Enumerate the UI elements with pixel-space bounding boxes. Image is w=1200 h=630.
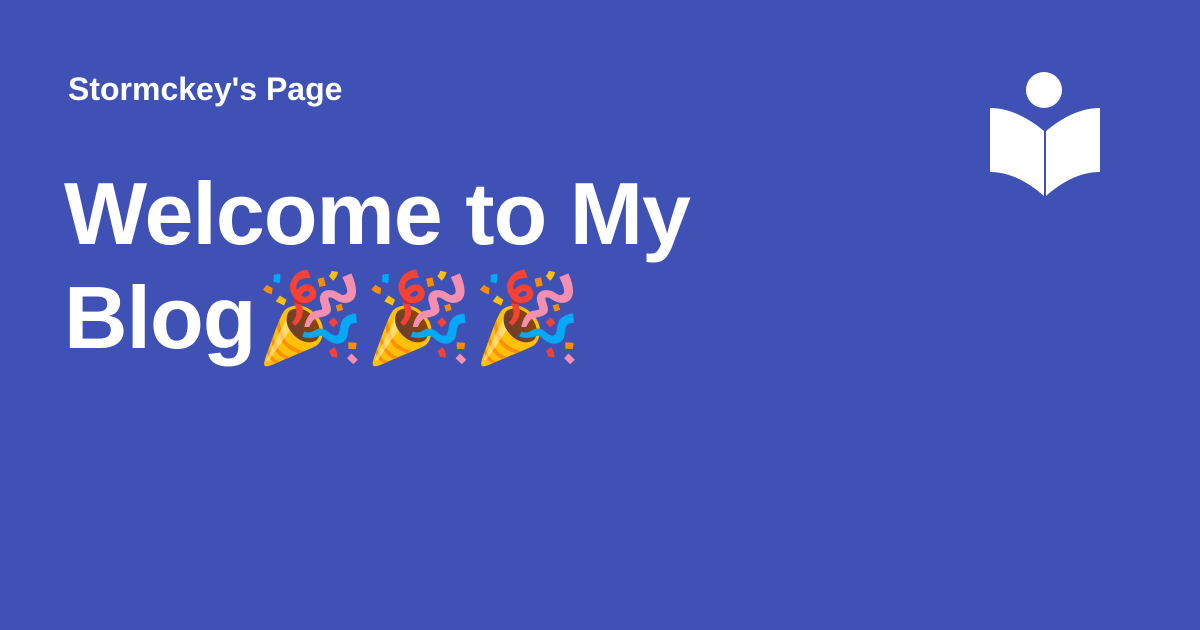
open-book-reader-icon bbox=[990, 72, 1100, 196]
social-card: Stormckey's Page Welcome to My Blog🎉🎉🎉 bbox=[0, 0, 1200, 630]
site-name: Stormckey's Page bbox=[68, 71, 343, 107]
page-title: Welcome to My Blog🎉🎉🎉 bbox=[64, 164, 691, 367]
reader-logo bbox=[990, 70, 1100, 196]
